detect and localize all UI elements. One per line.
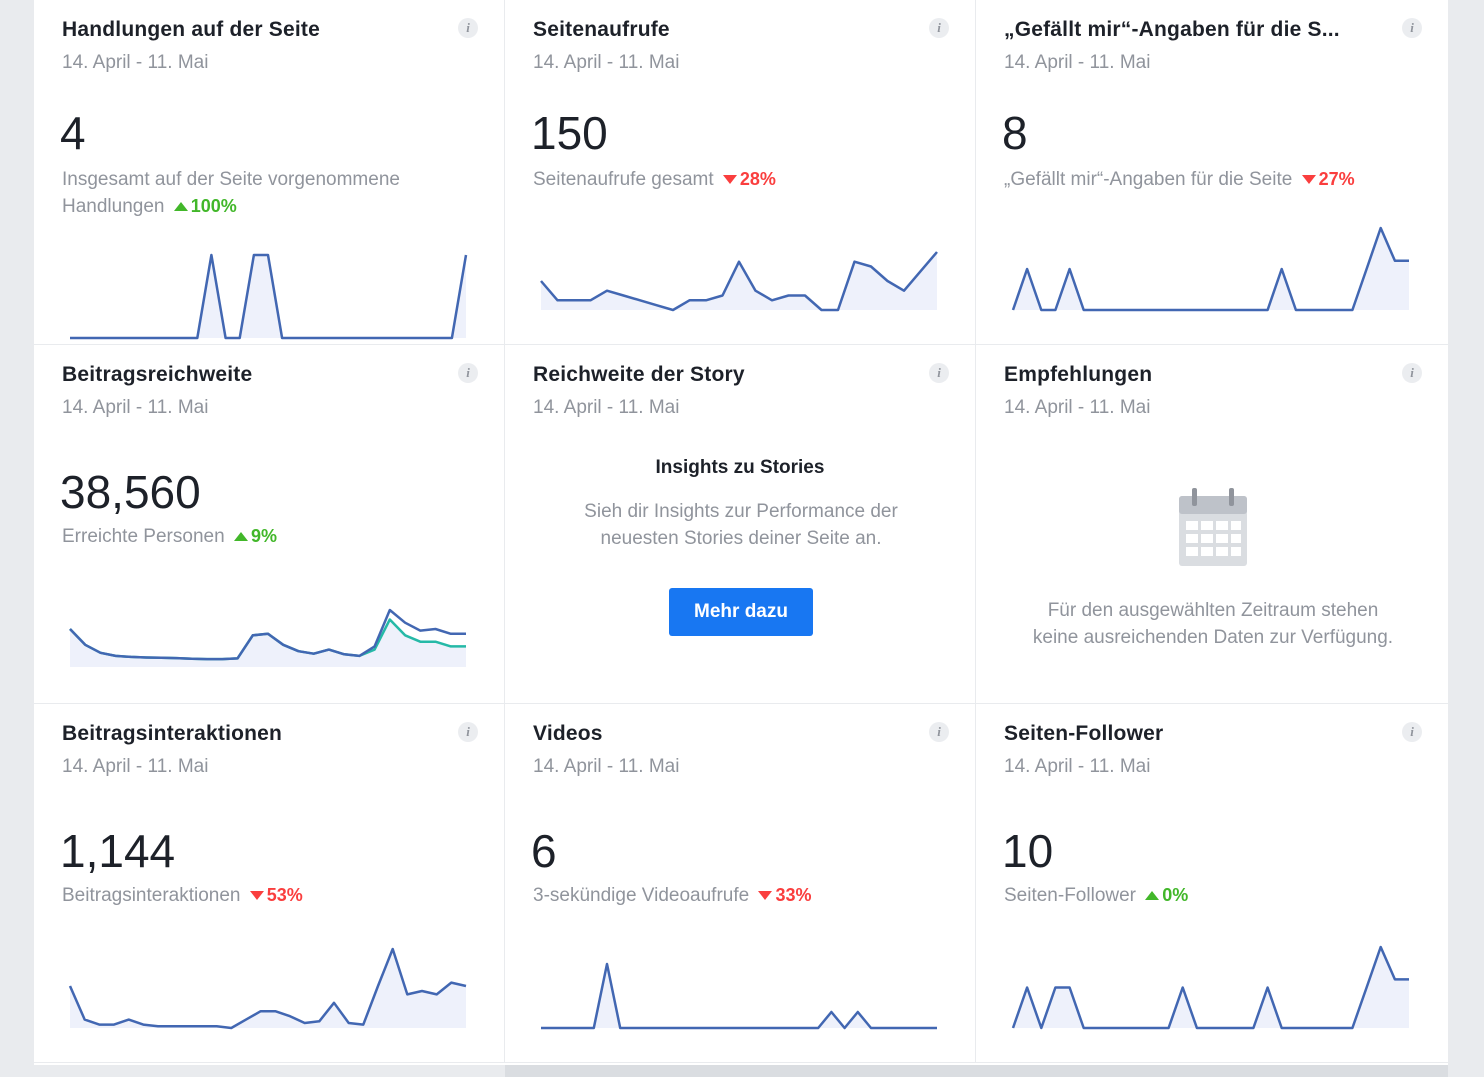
info-icon[interactable]: i [1402,363,1422,383]
card-page-actions[interactable]: Handlungen auf der Seite i 14. April - 1… [34,0,505,345]
card-recommendations[interactable]: Empfehlungen i 14. April - 11. Mai Für d… [976,345,1448,704]
card-videos[interactable]: Videos i 14. April - 11. Mai 6 3-sekündi… [505,704,976,1063]
card-page-likes[interactable]: „Gefällt mir“-Angaben für die S... i 14.… [976,0,1448,345]
footer-strip [505,1065,1448,1077]
card-date: 14. April - 11. Mai [533,397,680,418]
card-page-followers[interactable]: Seiten-Follower i 14. April - 11. Mai 10… [976,704,1448,1063]
sparkline-chart [1011,226,1409,312]
empty-state-text: Für den ausgewählten Zeitraum stehen kei… [1032,600,1394,648]
insights-grid: Handlungen auf der Seite i 14. April - 1… [34,0,1448,1065]
sparkline-chart [68,947,467,1030]
sparkline-chart [540,251,938,312]
card-title: Empfehlungen [1004,363,1153,386]
sparkline-chart [69,608,466,667]
card-post-reach[interactable]: Beitragsreichweite i 14. April - 11. Mai… [34,345,505,704]
info-icon[interactable]: i [929,363,949,383]
sparkline-area [1013,228,1409,310]
card-date: 14. April - 11. Mai [1004,397,1151,418]
card-post-engagement[interactable]: Beitragsinteraktionen i 14. April - 11. … [34,704,505,1063]
learn-more-button[interactable]: Mehr dazu [669,588,813,636]
story-heading: Insights zu Stories [655,457,825,478]
story-text: Sieh dir Insights zur Performance der ne… [584,501,898,549]
sparkline-chart [1011,945,1409,1030]
card-title: Reichweite der Story [533,363,745,386]
sparkline-area [1013,947,1409,1028]
sparkline-chart [70,253,468,340]
card-page-views[interactable]: Seitenaufrufe i 14. April - 11. Mai 150 … [505,0,976,345]
sparkline-area [70,255,466,338]
sparkline-area [70,619,466,667]
card-story-reach[interactable]: Reichweite der Story i 14. April - 11. M… [505,345,976,704]
calendar-icon [1179,488,1247,566]
sparkline-chart [541,962,937,1030]
